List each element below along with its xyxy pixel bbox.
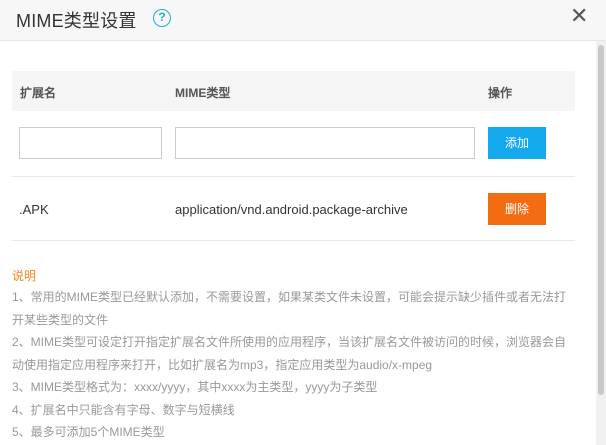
add-button[interactable]: 添加 <box>488 127 546 159</box>
close-icon[interactable]: ✕ <box>570 4 588 28</box>
delete-button[interactable]: 删除 <box>488 193 546 225</box>
note-item-5: 5、最多可添加5个MIME类型 <box>12 425 165 439</box>
note-item-1: 1、常用的MIME类型已经默认添加，不需要设置，如果某类文件未设置，可能会提示缺… <box>12 290 567 327</box>
scrollbar-thumb[interactable] <box>598 45 604 395</box>
help-icon[interactable]: ? <box>153 9 171 27</box>
notes-list: 1、常用的MIME类型已经默认添加，不需要设置，如果某类文件未设置，可能会提示缺… <box>12 286 577 444</box>
input-row: 添加 <box>12 111 575 177</box>
note-item-4: 4、扩展名中只能含有字母、数字与短横线 <box>12 402 235 417</box>
header-extension: 扩展名 <box>20 86 57 100</box>
mime-type-input[interactable] <box>175 127 475 159</box>
header-mime-type: MIME类型 <box>175 86 231 100</box>
notes-title: 说明 <box>12 269 37 283</box>
header-operation: 操作 <box>488 86 513 100</box>
row-extension: .APK <box>19 202 49 217</box>
dialog-header: MIME类型设置 ? ✕ <box>0 0 606 41</box>
note-item-2: 2、MIME类型可设定打开指定扩展名文件所使用的应用程序，当该扩展名文件被访问的… <box>12 335 567 372</box>
note-item-3: 3、MIME类型格式为：xxxx/yyyy，其中xxxx为主类型，yyyy为子类… <box>12 380 378 394</box>
dialog-title: MIME类型设置 <box>16 11 137 31</box>
table-row: .APK application/vnd.android.package-arc… <box>12 177 575 241</box>
row-mime-type: application/vnd.android.package-archive <box>175 202 408 217</box>
table-header: 扩展名 MIME类型 操作 <box>12 71 575 111</box>
extension-input[interactable] <box>19 127 162 159</box>
dialog-content: 扩展名 MIME类型 操作 添加 .APK application/vnd.an… <box>0 41 596 445</box>
